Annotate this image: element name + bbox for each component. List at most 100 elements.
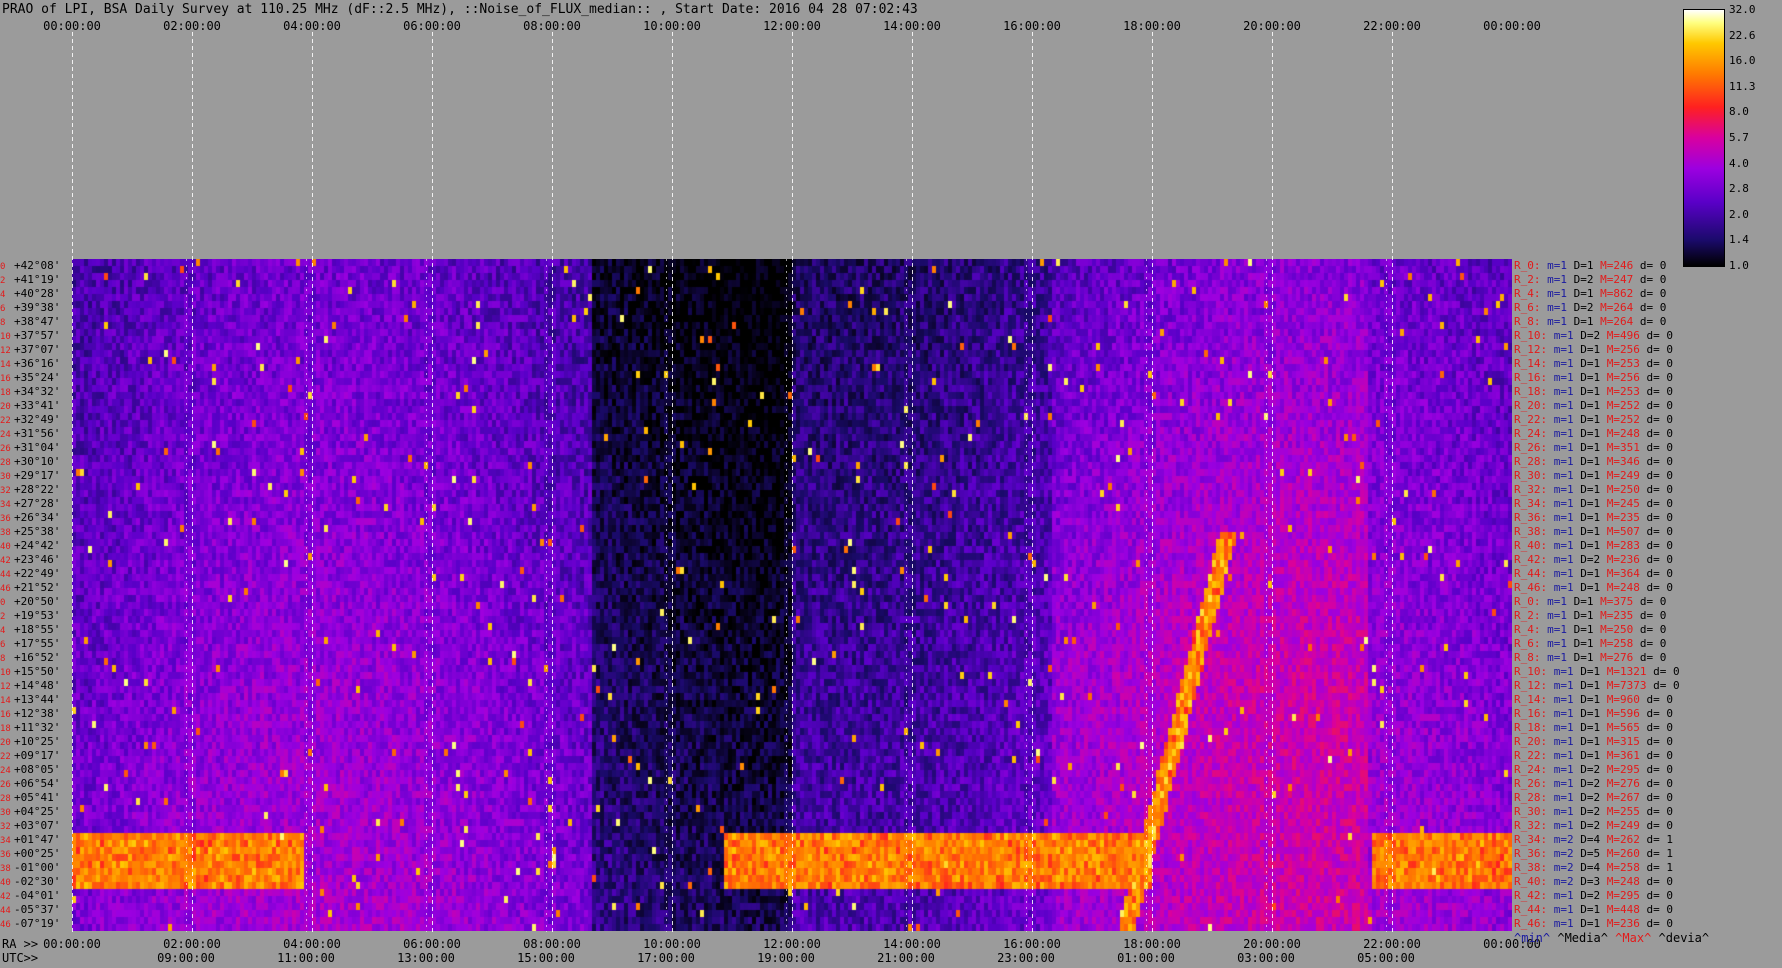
- row-stat-field: M=258: [1593, 637, 1634, 650]
- row-stat-field: m=1: [1547, 791, 1574, 804]
- row-stat: R_12: m=1 D=1 M=256 d= 0: [1514, 343, 1673, 356]
- utc-tick-label: 11:00:00: [277, 951, 335, 965]
- dec-index: 32: [0, 822, 11, 832]
- dec-index: 2: [0, 276, 6, 286]
- dec-value: +25°38': [14, 525, 61, 538]
- dec-tick-label: 26 +31°04': [0, 442, 72, 454]
- row-stat: R_16: m=1 D=1 M=256 d= 0: [1514, 371, 1673, 384]
- row-stat-field: R_24:: [1514, 763, 1548, 776]
- dec-tick-label: 10 +37°57': [0, 330, 72, 342]
- row-stat-field: D=2: [1573, 553, 1601, 566]
- utc-tick-label: 03:00:00: [1237, 951, 1295, 965]
- row-stat-field: m=1: [1547, 469, 1574, 482]
- row-stat-field: d= 0: [1639, 777, 1673, 790]
- row-stat-field: m=1: [1540, 287, 1567, 300]
- row-stat-field: R_46:: [1514, 581, 1548, 594]
- row-stat-field: M=262: [1600, 833, 1640, 846]
- dec-index: 28: [0, 794, 11, 804]
- row-stat-field: d= 1: [1639, 833, 1673, 846]
- row-stat: R_20: m=1 D=1 M=252 d= 0: [1514, 399, 1673, 412]
- row-stat-field: d= 0: [1639, 553, 1673, 566]
- utc-tick-label: 01:00:00: [1117, 951, 1175, 965]
- dec-tick-label: 40 -02°30': [0, 876, 72, 888]
- dec-tick-label: 24 +31°56': [0, 428, 72, 440]
- dec-tick-label: 24 +08°05': [0, 764, 72, 776]
- row-stat-field: m=1: [1547, 427, 1574, 440]
- row-stat-field: D=2: [1567, 301, 1594, 314]
- stats-legend: ^min^ ^Media^ ^Max^ ^devia^: [1514, 931, 1709, 945]
- row-stat: R_6: m=1 D=2 M=264 d= 0: [1514, 301, 1666, 314]
- dec-value: +10°25': [14, 735, 61, 748]
- row-stat-field: d= 0: [1639, 413, 1673, 426]
- ra-axis-label: RA >>: [2, 937, 39, 951]
- dec-value: +36°16': [14, 357, 61, 370]
- row-stat-field: d= 0: [1639, 427, 1673, 440]
- dec-index: 18: [0, 724, 11, 734]
- dec-index: 4: [0, 626, 6, 636]
- row-stat-field: M=260: [1600, 847, 1640, 860]
- row-stat-field: M=267: [1600, 791, 1640, 804]
- row-stat-field: d= 0: [1639, 749, 1673, 762]
- row-stat-field: R_12:: [1514, 343, 1548, 356]
- row-stat-field: d= 0: [1633, 637, 1667, 650]
- row-stat-field: m=1: [1547, 917, 1574, 930]
- row-stat-field: d= 0: [1633, 273, 1667, 286]
- row-stat-field: M=247: [1593, 273, 1634, 286]
- row-stat-field: M=295: [1600, 889, 1640, 902]
- row-stat-field: M=1321: [1600, 665, 1647, 678]
- row-stat-field: d= 0: [1639, 903, 1673, 916]
- row-stat-field: M=295: [1600, 763, 1640, 776]
- row-stat-field: m=1: [1547, 497, 1574, 510]
- dec-tick-label: 22 +32°49': [0, 413, 72, 426]
- row-stat-field: M=375: [1593, 595, 1634, 608]
- row-stat-field: m=1: [1547, 721, 1574, 734]
- dec-index: 26: [0, 444, 11, 454]
- top-tick-label: 00:00:00: [43, 19, 101, 33]
- dec-index: 34: [0, 836, 11, 846]
- colorbar: [1683, 9, 1725, 267]
- row-stat-field: m=1: [1547, 763, 1574, 776]
- dec-index: 38: [0, 528, 11, 538]
- row-stat-field: M=596: [1600, 707, 1640, 720]
- row-stat-field: D=1: [1573, 735, 1601, 748]
- row-stat-field: R_12:: [1514, 679, 1548, 692]
- row-stat-field: d= 0: [1646, 679, 1680, 692]
- row-stat: R_2: m=1 D=2 M=247 d= 0: [1514, 273, 1666, 286]
- row-stat-field: d= 0: [1639, 455, 1673, 468]
- row-stat-field: m=1: [1547, 819, 1574, 832]
- row-stat: R_22: m=1 D=1 M=252 d= 0: [1514, 413, 1673, 426]
- dec-value: +04°25': [14, 805, 61, 818]
- row-stat-field: M=248: [1600, 427, 1640, 440]
- dec-value: -04°01': [14, 889, 61, 902]
- dec-tick-label: 26 +06°54': [0, 778, 72, 790]
- row-stat-field: m=1: [1547, 343, 1574, 356]
- row-stat: R_10: m=1 D=2 M=496 d= 0: [1514, 329, 1673, 342]
- dec-tick-label: 12 +14°48': [0, 680, 72, 692]
- dec-value: -05°37': [14, 903, 61, 916]
- row-stat: R_42: m=1 D=2 M=295 d= 0: [1514, 889, 1673, 902]
- row-stat-field: R_10:: [1514, 329, 1548, 342]
- ra-tick-label: 22:00:00: [1363, 937, 1421, 951]
- dec-value: +32°49': [14, 413, 61, 426]
- row-stat-field: d= 0: [1639, 707, 1673, 720]
- row-stat-field: m=1: [1540, 623, 1567, 636]
- ra-tick-label: 12:00:00: [763, 937, 821, 951]
- row-stat-field: R_44:: [1514, 903, 1548, 916]
- row-stat-field: M=250: [1593, 623, 1634, 636]
- row-stat-field: M=255: [1600, 805, 1640, 818]
- row-stat-field: d= 0: [1646, 665, 1680, 678]
- dec-tick-label: 36 +26°34': [0, 512, 72, 524]
- dec-value: +38°47': [14, 315, 61, 328]
- row-stat-field: m=1: [1547, 889, 1574, 902]
- row-stat: R_28: m=1 D=1 M=346 d= 0: [1514, 455, 1673, 468]
- colorbar-tick-label: 8.0: [1729, 105, 1749, 119]
- dec-value: +27°28': [14, 497, 61, 510]
- row-stat-field: d= 0: [1639, 357, 1673, 370]
- row-stat-field: D=1: [1567, 623, 1594, 636]
- dec-tick-label: 2 +19°53': [0, 610, 72, 622]
- dec-value: -01°00': [14, 861, 61, 874]
- row-stat-field: D=1: [1573, 903, 1601, 916]
- row-stat-field: R_22:: [1514, 413, 1548, 426]
- dec-index: 22: [0, 752, 11, 762]
- dec-value: +01°47': [14, 833, 61, 846]
